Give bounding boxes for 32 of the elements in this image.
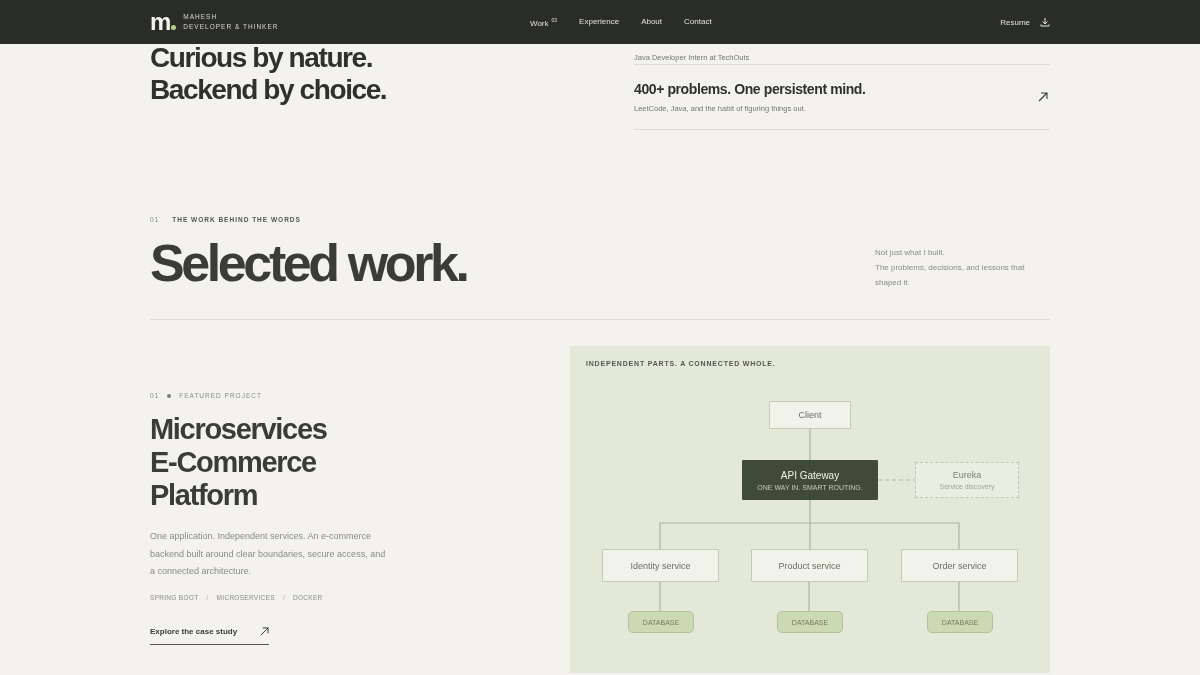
arrow-icon [260,626,270,636]
project-description: One application. Independent services. An e-commerce backend built around clear boundaries, secure access, and a connected architecture. [150,530,386,578]
project-title: E-Commerce [150,446,317,479]
nav-link[interactable]: About [641,16,663,28]
case-study-link[interactable]: Explore the case study [150,626,270,645]
download-icon [1040,17,1050,27]
node-label: Eureka [952,470,982,480]
section-title: Selected work. [150,235,467,294]
section-note: The problems, decisions, and lessons that shaped it. [875,262,1026,289]
connector-line [809,428,811,461]
nav-link[interactable]: Work $^{03}$ [530,16,558,28]
client-node: Client [769,401,851,429]
project-title: Microservices [150,413,328,446]
connector-line [659,581,661,612]
arrow-icon[interactable] [1038,92,1048,102]
service-node: Product service [751,549,868,582]
bullet-icon [167,393,172,398]
service-node: Order service [901,549,1018,582]
nav-link[interactable]: Experience [579,16,620,28]
connector-line [877,479,916,481]
service-node: Identity service [602,549,719,582]
resume-link[interactable]: Resume [1000,17,1050,27]
highlight-title: 400+ problems. One persistent mind. [634,81,866,97]
nav-link[interactable]: Contact [684,16,712,28]
connector-line [958,581,960,612]
section-note: Not just what I built. [875,247,946,259]
hero-heading: Curious by nature. [150,42,374,74]
hero-heading: Backend by choice. [150,74,388,106]
connector-line [808,581,810,612]
project-title: Platform [150,479,259,512]
node-label: API Gateway [780,469,840,481]
logo[interactable]: m [150,11,177,33]
